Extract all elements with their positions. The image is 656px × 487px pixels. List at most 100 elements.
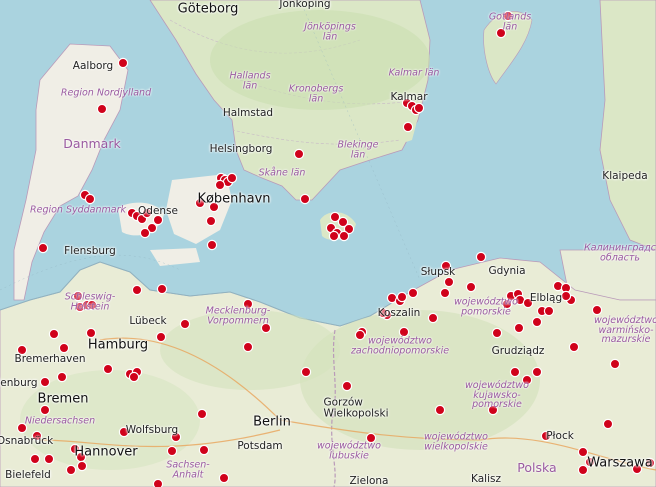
city-label-wolfsburg: Wolfsburg [125, 423, 179, 436]
map-marker[interactable] [76, 460, 88, 472]
city-label-gdynia: Gdynia [488, 264, 526, 277]
map-viewport[interactable]: Region Nordjylland Region Syddanmark Halla… [0, 0, 656, 487]
map-marker[interactable] [299, 193, 311, 205]
map-marker[interactable] [513, 322, 525, 334]
city-label-berlin: Berlin [253, 414, 291, 430]
map-marker[interactable] [198, 444, 210, 456]
map-marker[interactable] [475, 251, 487, 263]
map-marker[interactable] [543, 305, 555, 317]
city-label-oldenburg: Oldenburg [0, 376, 38, 389]
city-label-klaipeda: Klaipeda [602, 169, 648, 182]
map-marker[interactable] [226, 172, 238, 184]
region-label-kronobergs-lan: Kronobergs län [288, 83, 344, 104]
map-marker[interactable] [300, 366, 312, 378]
map-marker[interactable] [242, 341, 254, 353]
map-marker[interactable] [531, 366, 543, 378]
city-label-koszalin: Koszalin [377, 306, 421, 319]
map-marker[interactable] [443, 276, 455, 288]
city-label-goteborg: Göteborg [177, 1, 239, 17]
map-marker[interactable] [152, 214, 164, 226]
map-marker[interactable] [206, 239, 218, 251]
map-marker[interactable] [152, 478, 164, 487]
city-label-elblag: Elbląg [529, 291, 563, 304]
region-label-kalmar-lan: Kalmar län [388, 67, 440, 79]
map-marker[interactable] [491, 327, 503, 339]
city-label-slupsk: Słupsk [420, 265, 456, 278]
region-label-wojewodztwo-pomorskie: województwo pomorskie [454, 296, 518, 317]
city-label-kalmar: Kalmar [390, 90, 428, 103]
map-marker[interactable] [560, 290, 572, 302]
city-label-odense: Odense [138, 204, 178, 217]
map-marker[interactable] [29, 453, 41, 465]
map-marker[interactable] [509, 366, 521, 378]
region-label-wojewodztwo-lubuskie: województwo lubuskie [317, 440, 381, 461]
region-label-wojewodztwo-wielkopolskie: województwo wielkopolskie [424, 431, 488, 452]
map-marker[interactable] [128, 371, 140, 383]
city-label-hamburg: Hamburg [87, 337, 149, 353]
map-marker[interactable] [84, 193, 96, 205]
region-label-wojewodztwo-kujawsko-pomorskie: województwo kujawsko-pomorskie [465, 379, 529, 410]
map-marker[interactable] [531, 316, 543, 328]
map-marker[interactable] [413, 102, 425, 114]
city-label-bielefeld: Bielefeld [5, 468, 51, 481]
map-marker[interactable] [131, 284, 143, 296]
map-marker[interactable] [427, 312, 439, 324]
map-marker[interactable] [139, 227, 151, 239]
map-marker[interactable] [96, 103, 108, 115]
map-marker[interactable] [577, 464, 589, 476]
map-marker[interactable] [43, 453, 55, 465]
map-marker[interactable] [338, 230, 350, 242]
region-label-jonkopings-lan: Jönköpings län [304, 21, 356, 42]
map-marker[interactable] [218, 472, 230, 484]
city-label-kalisz: Kalisz [471, 472, 501, 485]
region-label-sachsen-anhalt: Sachsen- Anhalt [166, 459, 210, 480]
region-label-region-nordjylland: Region Nordjylland [60, 87, 152, 99]
map-marker[interactable] [341, 380, 353, 392]
map-marker[interactable] [205, 215, 217, 227]
city-label-helsingborg: Helsingborg [209, 142, 273, 155]
city-label-jonkoping: Jönköping [279, 0, 331, 10]
map-marker[interactable] [37, 242, 49, 254]
city-label-lubeck: Lübeck [129, 314, 167, 327]
region-label-skane-lan: Skåne län [258, 167, 306, 179]
map-marker[interactable] [155, 331, 167, 343]
country-label-poland: Polska [517, 459, 557, 475]
map-marker[interactable] [102, 363, 114, 375]
map-marker[interactable] [591, 304, 603, 316]
map-marker[interactable] [214, 179, 226, 191]
map-marker[interactable] [402, 121, 414, 133]
map-marker[interactable] [179, 318, 191, 330]
map-marker[interactable] [196, 408, 208, 420]
map-marker[interactable] [293, 148, 305, 160]
city-label-grudziadz: Grudziądz [491, 344, 545, 357]
city-label-zielona: Zielona [349, 474, 389, 487]
map-marker[interactable] [58, 342, 70, 354]
region-label-mecklenburg-vorpommern: Mecklenburg- Vorpommern [205, 305, 271, 326]
map-marker[interactable] [166, 445, 178, 457]
map-marker[interactable] [156, 283, 168, 295]
map-marker[interactable] [328, 230, 340, 242]
map-marker[interactable] [407, 287, 419, 299]
map-marker[interactable] [577, 446, 589, 458]
map-marker[interactable] [39, 404, 51, 416]
map-marker[interactable] [39, 376, 51, 388]
city-label-gorzow: Gorzów Wielkopolski [323, 396, 389, 419]
city-label-bremen: Bremen [37, 391, 89, 407]
map-marker[interactable] [65, 464, 77, 476]
map-marker[interactable] [465, 281, 477, 293]
map-marker[interactable] [396, 291, 408, 303]
map-marker[interactable] [439, 287, 451, 299]
map-marker[interactable] [85, 327, 97, 339]
map-marker[interactable] [56, 371, 68, 383]
map-marker[interactable] [117, 57, 129, 69]
city-label-osnabruck: Osnabrück [0, 434, 54, 447]
map-marker[interactable] [609, 358, 621, 370]
map-marker[interactable] [602, 418, 614, 430]
region-label-wojewodztwo-warminsko-mazurskie: województwo warmińsko-mazurskie [594, 314, 656, 345]
map-marker[interactable] [48, 328, 60, 340]
city-label-bremerhaven: Bremerhaven [14, 352, 86, 365]
city-label-hannover: Hannover [74, 444, 138, 460]
map-marker[interactable] [434, 404, 446, 416]
city-label-flensburg: Flensburg [64, 244, 116, 257]
map-marker[interactable] [568, 341, 580, 353]
